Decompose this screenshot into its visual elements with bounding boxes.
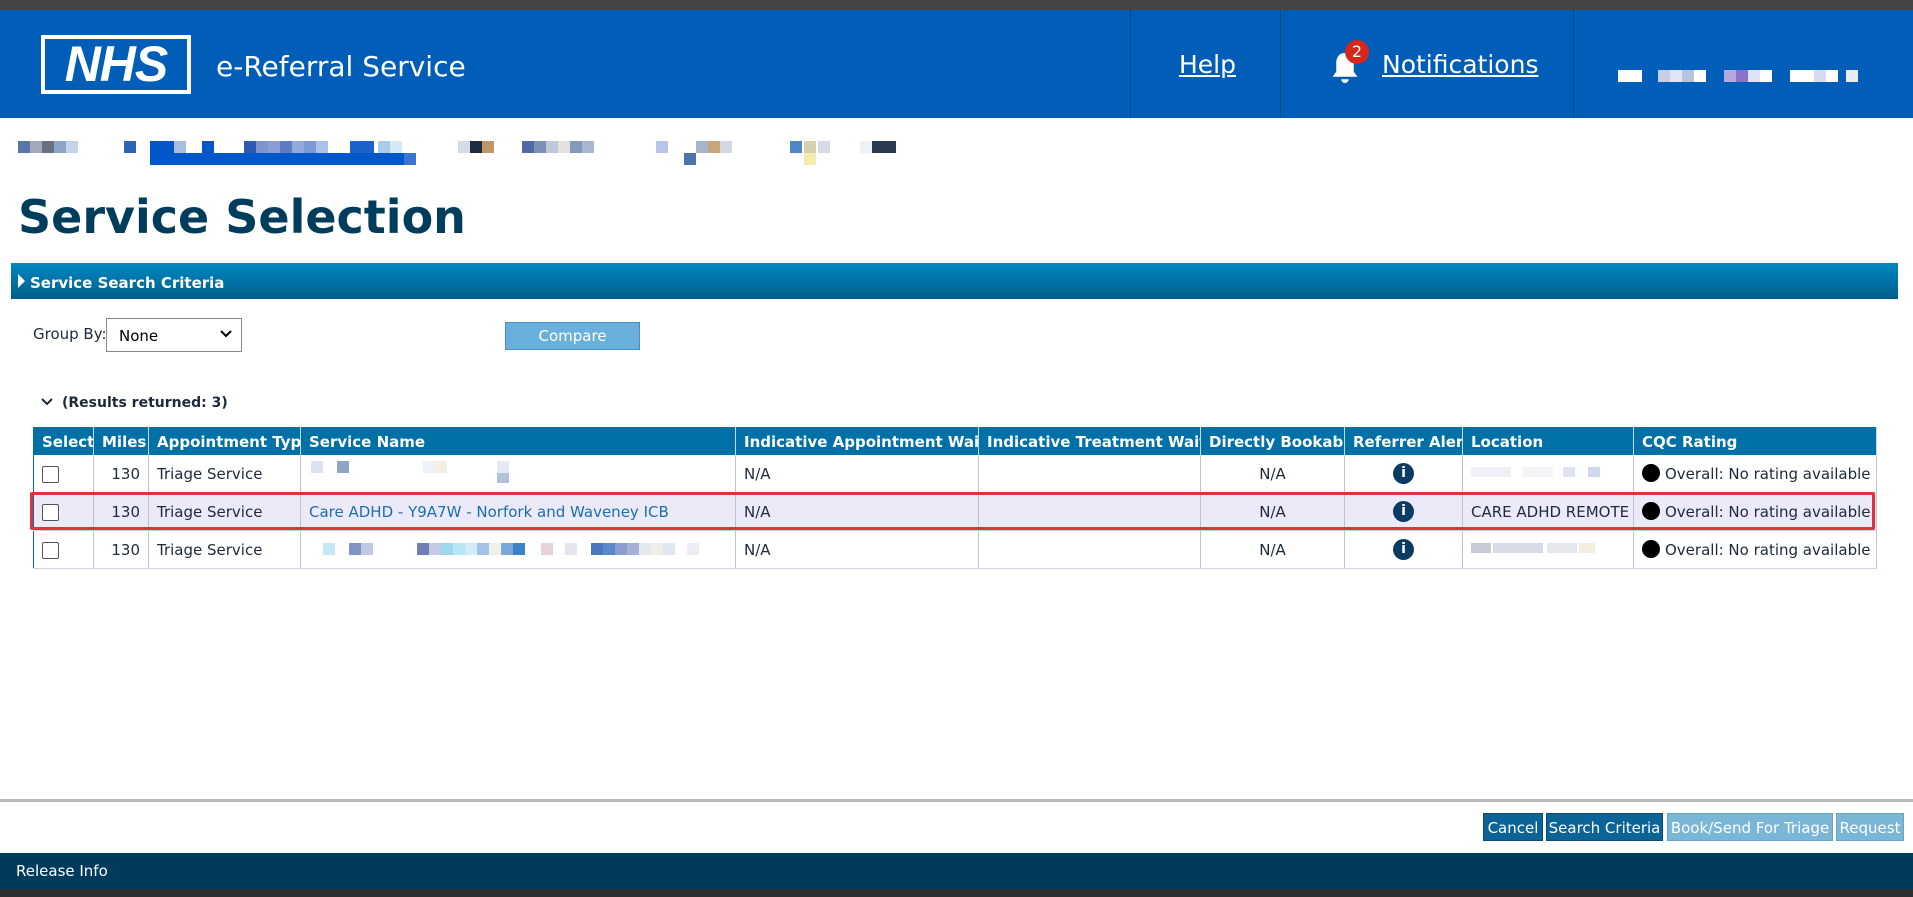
search-criteria-label: Service Search Criteria xyxy=(30,274,225,292)
col-appointment-type[interactable]: Appointment Type xyxy=(148,427,301,455)
group-by-value: None xyxy=(119,327,159,345)
service-name-redacted[interactable] xyxy=(300,455,736,493)
treatment-wait-cell xyxy=(978,492,1201,531)
app-title: e-Referral Service xyxy=(216,50,466,83)
header-divider xyxy=(1573,10,1574,118)
table-row: 130 Triage Service N/A N/A i Overall: No… xyxy=(33,455,1877,493)
treatment-wait-cell xyxy=(978,455,1201,493)
miles-cell: 130 xyxy=(93,455,149,493)
col-location[interactable]: Location xyxy=(1462,427,1634,455)
book-send-for-triage-button[interactable]: Book/Send For Triage xyxy=(1667,813,1833,841)
select-checkbox[interactable] xyxy=(42,503,59,521)
directly-bookable-cell: N/A xyxy=(1200,530,1345,569)
select-checkbox[interactable] xyxy=(42,541,59,559)
appointment-type-cell: Triage Service xyxy=(148,455,301,493)
col-service-name[interactable]: Service Name xyxy=(300,427,736,455)
col-select: Select xyxy=(33,427,94,455)
nhs-logo-text: NHS xyxy=(45,39,187,90)
request-button[interactable]: Request xyxy=(1836,813,1904,841)
expand-triangle-icon xyxy=(18,274,25,288)
notification-count-badge: 2 xyxy=(1345,40,1369,64)
select-checkbox[interactable] xyxy=(42,465,59,483)
col-appointment-wait[interactable]: Indicative Appointment Waiti xyxy=(735,427,979,455)
footer-divider xyxy=(0,799,1913,802)
release-info-bar: Release Info xyxy=(0,853,1913,889)
compare-services-button[interactable]: Compare Services xyxy=(505,322,640,371)
header-divider xyxy=(1130,10,1131,118)
table-row: 130 Triage Service Care ADHD - Y9A7W - N… xyxy=(33,492,1877,531)
cqc-rating-cell: Overall: No rating available xyxy=(1665,465,1871,483)
appointment-wait-cell: N/A xyxy=(735,492,979,531)
group-by-label: Group By: xyxy=(33,325,107,343)
location-redacted xyxy=(1462,455,1634,493)
group-by-select[interactable]: None xyxy=(106,318,242,352)
col-miles[interactable]: Miles xyxy=(93,427,149,455)
page-title: Service Selection xyxy=(18,190,466,244)
directly-bookable-cell: N/A xyxy=(1200,455,1345,493)
table-header-row: Select Miles Appointment Type Service Na… xyxy=(33,427,1877,455)
results-table: Select Miles Appointment Type Service Na… xyxy=(33,427,1877,569)
info-icon[interactable]: i xyxy=(1393,463,1414,484)
col-treatment-wait[interactable]: Indicative Treatment Waiti xyxy=(978,427,1201,455)
service-name-link[interactable]: Care ADHD - Y9A7W - Norfork and Waveney … xyxy=(309,503,669,521)
directly-bookable-cell: N/A xyxy=(1200,492,1345,531)
nhs-logo[interactable]: NHS xyxy=(41,35,191,94)
miles-cell: 130 xyxy=(93,530,149,569)
window-top-strip xyxy=(0,0,1913,10)
search-criteria-button[interactable]: Search Criteria xyxy=(1546,813,1663,841)
notifications-link[interactable]: Notifications xyxy=(1382,50,1538,79)
col-appointment-wait-label: Indicative Appointment Wait xyxy=(744,432,979,451)
results-count: (Results returned: 3) xyxy=(62,395,228,411)
header-divider xyxy=(1280,10,1281,118)
search-criteria-toggle[interactable]: Service Search Criteria xyxy=(11,263,1898,299)
treatment-wait-cell xyxy=(978,530,1201,569)
service-name-redacted[interactable] xyxy=(300,530,736,569)
chevron-down-icon xyxy=(41,398,53,406)
cancel-button[interactable]: Cancel xyxy=(1483,813,1543,841)
location-cell: CARE ADHD REMOTE xyxy=(1462,492,1634,531)
table-row: 130 Triage Service N/A N/A i Overall: No… xyxy=(33,530,1877,569)
appointment-type-cell: Triage Service xyxy=(148,492,301,531)
col-treatment-wait-label: Indicative Treatment Wait xyxy=(987,432,1201,451)
appointment-wait-cell: N/A xyxy=(735,530,979,569)
appointment-type-cell: Triage Service xyxy=(148,530,301,569)
appointment-wait-cell: N/A xyxy=(735,455,979,493)
help-link[interactable]: Help xyxy=(1179,50,1236,79)
results-toggle[interactable]: (Results returned: 3) xyxy=(40,395,228,411)
col-directly-bookable[interactable]: Directly Bookable xyxy=(1200,427,1345,455)
rating-dot-icon xyxy=(1642,464,1660,482)
rating-dot-icon xyxy=(1642,540,1660,558)
rating-dot-icon xyxy=(1642,502,1660,520)
site-header: NHS e-Referral Service Help 2 Notificati… xyxy=(0,10,1913,118)
cqc-rating-cell: Overall: No rating available xyxy=(1665,541,1871,559)
location-redacted xyxy=(1462,530,1634,569)
chevron-down-icon xyxy=(220,330,232,338)
col-cqc-rating[interactable]: CQC Rating xyxy=(1633,427,1877,455)
window-bottom-strip xyxy=(0,889,1913,897)
info-icon[interactable]: i xyxy=(1393,501,1414,522)
col-referrer-alert[interactable]: Referrer Alert xyxy=(1344,427,1463,455)
info-icon[interactable]: i xyxy=(1393,539,1414,560)
release-info-link[interactable]: Release Info xyxy=(16,862,108,880)
miles-cell: 130 xyxy=(93,492,149,531)
cqc-rating-cell: Overall: No rating available xyxy=(1665,503,1871,521)
